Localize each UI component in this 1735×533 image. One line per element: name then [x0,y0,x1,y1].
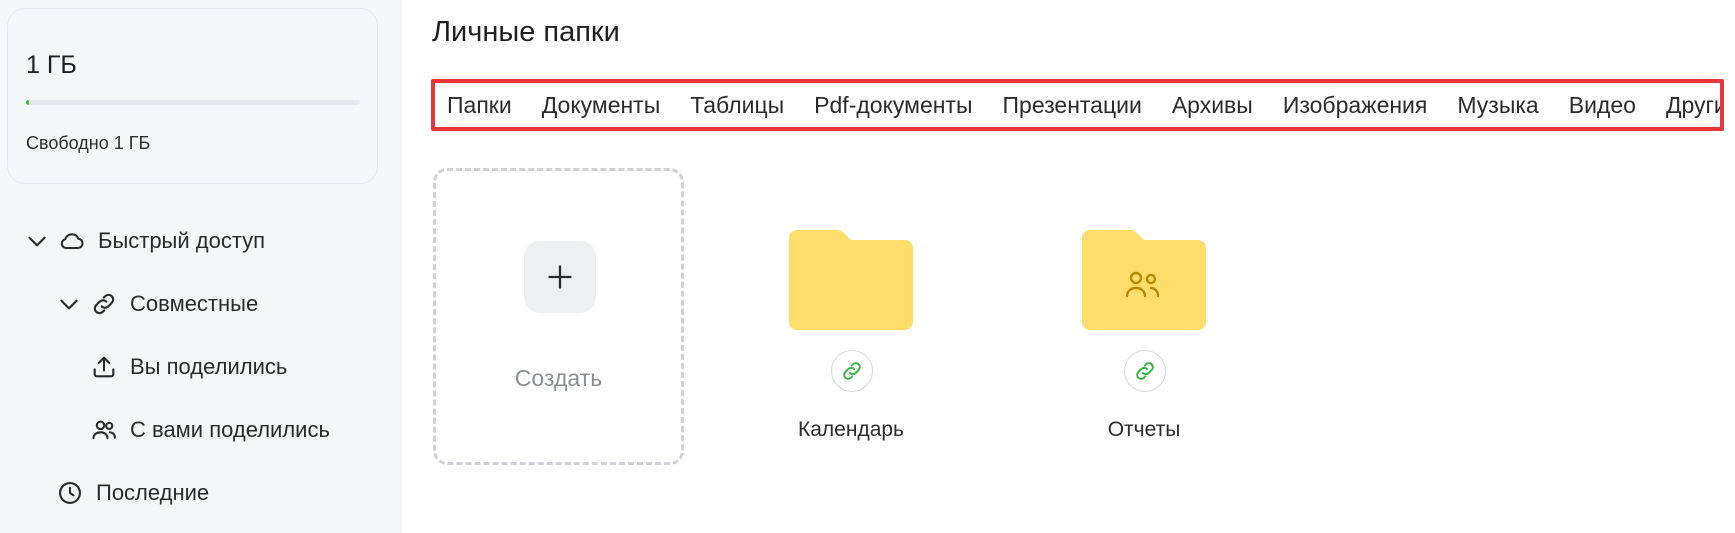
sidebar: 1 ГБ Свободно 1 ГБ Быстрый доступ Совмес… [0,0,402,533]
link-icon [1136,362,1154,380]
folder-name: Календарь [798,418,904,441]
tab-images[interactable]: Изображения [1283,92,1428,119]
tab-presentations[interactable]: Презентации [1003,92,1142,119]
tab-music[interactable]: Музыка [1457,92,1538,119]
shared-folder-icon [1082,230,1206,330]
sidebar-item-label: С вами поделились [130,417,330,442]
tab-spreadsheets[interactable]: Таблицы [690,92,784,119]
link-icon [93,293,115,315]
folder-item[interactable]: Отчеты [1054,230,1234,460]
file-type-filter-bar: Папки Документы Таблицы Pdf-документы Пр… [431,79,1724,131]
tab-other[interactable]: Другие [1666,92,1720,119]
folder-name: Отчеты [1107,418,1181,441]
folder-item[interactable]: Календарь [761,230,941,460]
tab-folders[interactable]: Папки [447,92,512,119]
sidebar-item-shared[interactable]: Совместные [56,287,258,321]
shared-link-button[interactable] [831,350,873,392]
tab-pdf-documents[interactable]: Pdf-документы [814,92,972,119]
cloud-icon [60,233,84,250]
folder-icon [789,230,913,330]
create-label: Создать [514,365,603,391]
sidebar-item-label: Быстрый доступ [98,228,266,253]
page-title: Личные папки [432,16,620,48]
storage-progress-fill [26,100,30,105]
link-icon [843,362,861,380]
create-folder-button[interactable]: Создать [433,168,684,465]
sidebar-item-recent[interactable]: Последние [56,476,209,510]
sidebar-item-label: Совместные [130,291,259,316]
tab-archives[interactable]: Архивы [1172,92,1253,119]
plus-icon [524,241,596,313]
clock-icon [59,482,81,504]
storage-card[interactable]: 1 ГБ Свободно 1 ГБ [7,8,378,184]
users-icon [92,420,116,440]
chevron-down-icon[interactable] [24,228,50,254]
sidebar-item-label: Последние [96,480,210,505]
sidebar-item-label: Вы поделились [130,354,288,379]
storage-free-label: Свободно 1 ГБ [26,133,151,153]
chevron-down-icon[interactable] [56,291,82,317]
shared-link-button[interactable] [1124,350,1166,392]
tab-video[interactable]: Видео [1569,92,1636,119]
sidebar-item-quick-access[interactable]: Быстрый доступ [24,224,265,258]
sidebar-item-you-shared[interactable]: Вы поделились [90,350,287,384]
sidebar-item-shared-with-you[interactable]: С вами поделились [90,413,330,447]
tab-documents[interactable]: Документы [542,92,661,119]
storage-progress-bar [26,100,360,105]
upload-icon [93,356,115,378]
storage-total: 1 ГБ [26,51,77,79]
